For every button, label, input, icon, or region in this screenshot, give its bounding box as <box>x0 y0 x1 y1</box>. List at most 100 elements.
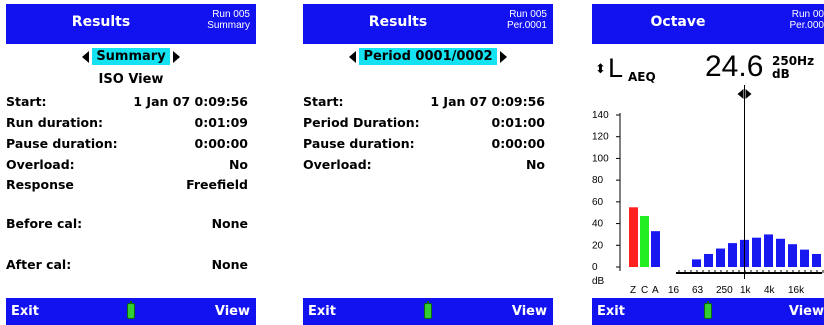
results-summary-screen: Results Run 005 Summary Summary ISO View… <box>6 0 256 325</box>
battery-icon <box>704 301 712 319</box>
row-value: No <box>228 157 248 172</box>
y-tick-label: 0 <box>592 262 598 273</box>
results-period-screen: Results Run 005 Per.0001 Period 0001/000… <box>303 0 553 325</box>
selector-value[interactable]: Summary <box>92 48 170 65</box>
exit-button[interactable]: Exit <box>11 304 39 319</box>
row-label: Pause duration: <box>6 136 118 151</box>
weighting-bar <box>651 231 660 267</box>
band-bar <box>800 249 809 267</box>
battery-icon <box>424 301 432 319</box>
header-bar: Results Run 005 Per.0001 <box>303 4 553 44</box>
info-row: Overload: No <box>303 157 553 175</box>
x-tick-label: 16k <box>788 285 805 295</box>
info-row: Period Duration: 0:01:00 <box>303 115 553 133</box>
info-row: After cal: None <box>6 257 256 275</box>
info-row: Start: 1 Jan 07 0:09:56 <box>6 94 256 112</box>
x-tick-label: 4k <box>764 285 776 295</box>
y-tick-label: 20 <box>592 240 604 251</box>
footer-bar: Exit View <box>303 298 553 325</box>
row-value: 0:01:00 <box>491 115 546 130</box>
octave-chart: 140 120 100 80 60 40 20 0 dB Z C A 16 63 250 1k 4k 16k <box>592 85 824 295</box>
row-label: Pause duration: <box>303 136 415 151</box>
band-bar <box>692 259 701 267</box>
y-axis-label: dB <box>592 276 605 287</box>
arrow-right-icon[interactable] <box>499 50 507 63</box>
info-row: Run duration: 0:01:09 <box>6 115 256 133</box>
band-bar <box>716 248 725 267</box>
exit-button[interactable]: Exit <box>597 304 625 319</box>
run-number: Run 00 <box>791 9 824 20</box>
measure-selector[interactable]: ⬍ L AEQ <box>592 53 712 85</box>
level-unit: dB <box>772 67 790 81</box>
run-sub: Summary <box>207 20 250 31</box>
y-tick-label: 80 <box>592 175 604 186</box>
view-button[interactable]: View <box>512 304 547 319</box>
exit-button[interactable]: Exit <box>308 304 336 319</box>
y-tick-label: 120 <box>592 132 609 143</box>
row-label: Response <box>6 177 74 192</box>
info-row: Before cal: None <box>6 216 256 234</box>
row-value: 0:00:00 <box>194 136 249 151</box>
y-tick-label: 100 <box>592 153 609 164</box>
y-tick-label: 140 <box>592 110 609 121</box>
arrow-left-icon[interactable] <box>82 50 90 63</box>
band-bar <box>764 234 773 267</box>
row-value: Freefield <box>186 177 248 192</box>
arrow-left-icon[interactable] <box>349 50 357 63</box>
band-bar <box>728 243 737 267</box>
row-value: None <box>211 257 248 272</box>
band-bar <box>788 244 797 267</box>
info-row: Pause duration: 0:00:00 <box>6 136 256 154</box>
screen-title: Results <box>368 14 428 30</box>
arrow-right-icon[interactable] <box>172 50 180 63</box>
row-label: Start: <box>6 94 47 109</box>
band-bar <box>776 238 785 267</box>
x-tick-label: 250 <box>716 285 733 295</box>
weighting-label: C <box>641 285 648 295</box>
info-row: Response Freefield <box>6 177 256 195</box>
weighting-label: Z <box>630 285 636 295</box>
row-label: Overload: <box>303 157 372 172</box>
selector-value[interactable]: Period 0001/0002 <box>359 48 497 65</box>
view-button[interactable]: View <box>215 304 250 319</box>
row-value: 0:00:00 <box>491 136 546 151</box>
row-value: 1 Jan 07 0:09:56 <box>133 94 248 109</box>
cursor-readout: 250Hz dB <box>772 55 814 81</box>
weighting-bar <box>640 215 649 267</box>
row-label: Start: <box>303 94 344 109</box>
run-indicator: Run 00 Per.000 <box>790 9 824 31</box>
row-value: None <box>211 216 248 231</box>
row-label: Run duration: <box>6 115 103 130</box>
view-button[interactable]: View <box>789 304 824 319</box>
run-number: Run 005 <box>212 9 250 20</box>
screen-title: Results <box>71 14 131 30</box>
view-selector[interactable]: Summary <box>6 48 256 67</box>
band-bar <box>752 237 761 267</box>
period-selector[interactable]: Period 0001/0002 <box>303 48 553 67</box>
screen-title: Octave <box>650 14 706 30</box>
run-indicator: Run 005 Summary <box>207 9 250 31</box>
up-down-arrow-icon[interactable]: ⬍ <box>595 62 606 77</box>
run-sub: Per.000 <box>789 20 824 31</box>
info-row: Overload: No <box>6 157 256 175</box>
level-value: 24.6 <box>705 50 764 83</box>
cursor-left-icon <box>737 89 744 99</box>
row-value: 0:01:09 <box>194 115 249 130</box>
info-row: Pause duration: 0:00:00 <box>303 136 553 154</box>
header-bar: Octave Run 00 Per.000 <box>592 4 824 44</box>
row-value: 1 Jan 07 0:09:56 <box>430 94 545 109</box>
cursor-right-icon <box>745 89 752 99</box>
x-tick-label: 63 <box>692 285 704 295</box>
row-label: Overload: <box>6 157 75 172</box>
footer-bar: Exit View <box>592 298 824 325</box>
info-row: Start: 1 Jan 07 0:09:56 <box>303 94 553 112</box>
x-tick-label: 16 <box>668 285 680 295</box>
measure-subscript: AEQ <box>628 70 656 84</box>
row-label: Period Duration: <box>303 115 420 130</box>
y-tick-label: 60 <box>592 197 604 208</box>
weighting-label: A <box>652 285 659 295</box>
footer-bar: Exit View <box>6 298 256 325</box>
run-sub: Per.0001 <box>506 20 547 31</box>
battery-icon <box>127 301 135 319</box>
band-bar <box>812 253 821 267</box>
